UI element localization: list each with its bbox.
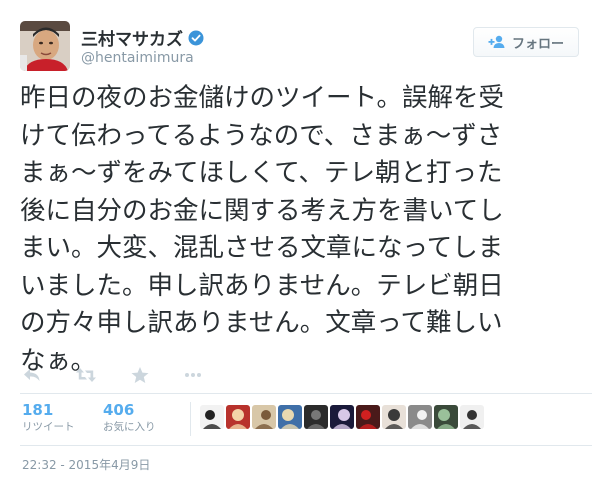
favoriter-avatars bbox=[200, 405, 484, 429]
favoriter-avatar[interactable] bbox=[252, 405, 276, 429]
favoriter-avatar[interactable] bbox=[356, 405, 380, 429]
tweet-text-line: まい。大変、混乱させる文章になってしま bbox=[20, 233, 504, 263]
favoriter-avatar[interactable] bbox=[460, 405, 484, 429]
favoriter-avatar[interactable] bbox=[434, 405, 458, 429]
divider bbox=[20, 393, 592, 394]
favorite-count: 406 bbox=[103, 401, 135, 419]
follow-button[interactable]: フォロー bbox=[473, 27, 579, 57]
favorite-count-stat[interactable]: 406 お気に入り bbox=[103, 401, 156, 435]
favoriter-avatar[interactable] bbox=[278, 405, 302, 429]
favoriter-avatar[interactable] bbox=[330, 405, 354, 429]
favoriter-avatar[interactable] bbox=[200, 405, 224, 429]
screen-name[interactable]: @hentaimimura bbox=[81, 50, 194, 66]
favoriter-avatar[interactable] bbox=[226, 405, 250, 429]
reply-icon[interactable] bbox=[22, 366, 42, 384]
favoriter-avatar[interactable] bbox=[408, 405, 432, 429]
favoriter-avatar[interactable] bbox=[382, 405, 406, 429]
tweet-text-line: まぁ～ずをみてほしくて、テレ朝と打った bbox=[20, 158, 503, 188]
retweet-count: 181 bbox=[22, 401, 54, 419]
tweet-timestamp[interactable]: 22:32 - 2015年4月9日 bbox=[22, 456, 150, 473]
display-name[interactable]: 三村マサカズ bbox=[81, 25, 204, 50]
favorite-label: お気に入り bbox=[103, 421, 156, 433]
display-name-text: 三村マサカズ bbox=[81, 30, 183, 50]
tweet-actions bbox=[22, 365, 203, 385]
retweet-icon[interactable] bbox=[75, 366, 97, 384]
divider bbox=[20, 445, 592, 446]
user-avatar[interactable] bbox=[20, 21, 70, 71]
follow-button-label: フォロー bbox=[511, 36, 564, 52]
avatar-image bbox=[20, 21, 70, 71]
tweet-text-line: 後に自分のお金に関する考え方を書いてし bbox=[20, 195, 504, 226]
tweet-card: 三村マサカズ @hentaimimura フォロー 昨日の夜のお金儲けのツイート… bbox=[0, 0, 612, 490]
favorite-icon[interactable] bbox=[130, 366, 150, 384]
tweet-text-line: の方々申し訳ありません。文章って難しい bbox=[20, 308, 503, 338]
tweet-text-line: けて伝わってるようなので、さまぁ～ずさ bbox=[20, 120, 503, 151]
tweet-text: 昨日の夜のお金儲けのツイート。誤解を受 けて伝わってるようなので、さまぁ～ずさ … bbox=[20, 80, 594, 380]
more-icon[interactable] bbox=[183, 366, 203, 384]
retweet-label: リツイート bbox=[22, 421, 75, 433]
tweet-text-line: 昨日の夜のお金儲けのツイート。誤解を受 bbox=[20, 83, 504, 113]
follow-user-icon bbox=[488, 35, 505, 48]
favoriter-avatar[interactable] bbox=[304, 405, 328, 429]
verified-badge-icon bbox=[188, 30, 204, 45]
retweet-count-stat[interactable]: 181 リツイート bbox=[22, 401, 75, 435]
stats-separator bbox=[190, 402, 191, 436]
tweet-text-line: いました。申し訳ありません。テレビ朝日 bbox=[20, 270, 504, 301]
